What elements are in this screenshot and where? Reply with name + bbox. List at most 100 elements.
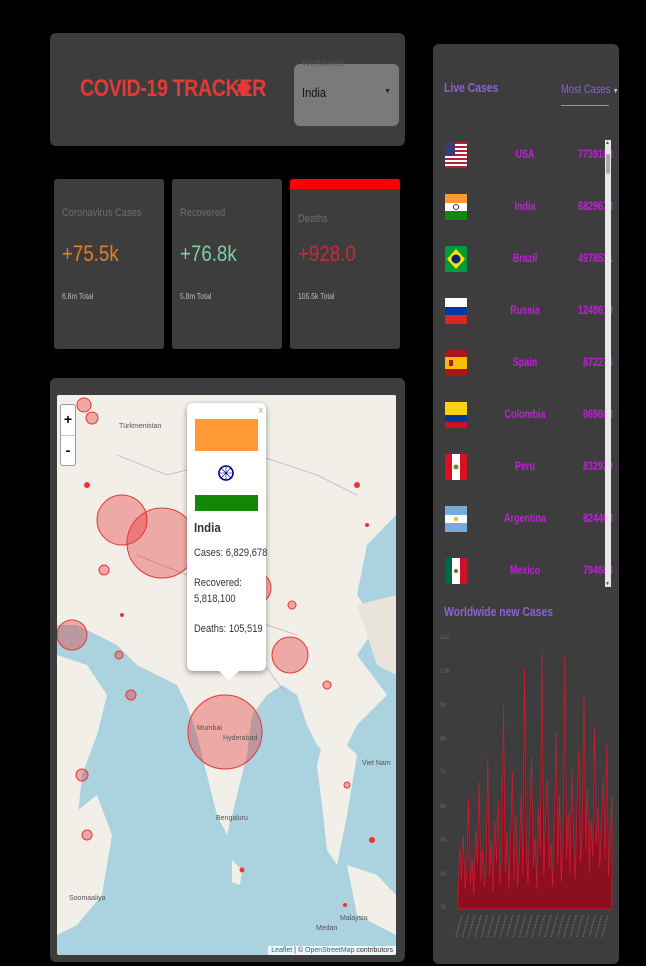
x-tick-label (588, 914, 596, 938)
chart-title: Worldwide new Cases (444, 604, 554, 619)
new-cases-chart: 11k 10k 9k 8k 7k 6k 5k 4k 3k (440, 635, 613, 938)
x-tick-label (525, 914, 533, 938)
country-row[interactable]: Colombia 869808 (433, 396, 613, 448)
scrollbar-thumb[interactable] (606, 154, 610, 174)
map-panel: Türkmenistan Mumbai Hyderabad Bengaluru … (50, 378, 405, 962)
header-panel: COVID-19 TRACKER Worldwide India ▼ (50, 33, 405, 146)
sort-dropdown-underline (561, 105, 609, 106)
country-row[interactable]: USA 7739108 (433, 136, 613, 188)
x-tick-label (550, 914, 558, 938)
mexico-flag-icon (445, 558, 467, 584)
y-tick-label: 9k (440, 703, 447, 709)
x-tick-label (461, 914, 469, 938)
y-tick-label: 6k (440, 804, 447, 810)
close-icon[interactable]: x (259, 405, 264, 415)
y-tick-label: 3k (440, 905, 447, 911)
country-row[interactable]: Russia 1248619 (433, 292, 613, 344)
map-place-label: Bengaluru (216, 815, 248, 822)
country-name: India (514, 199, 536, 213)
live-cases-title: Live Cases (444, 80, 499, 95)
x-tick-label (474, 914, 482, 938)
country-row[interactable]: Argentina 824468 (433, 500, 613, 552)
country-select-value: India (302, 85, 326, 100)
country-name: Russia (510, 303, 540, 317)
osm-link[interactable]: OpenStreetMap (305, 947, 354, 954)
y-tick-label: 7k (440, 770, 447, 776)
country-row[interactable]: India 6829678 (433, 188, 613, 240)
x-tick-label (569, 914, 577, 938)
deaths-card-value: +928.0 (298, 241, 356, 266)
argentina-flag-icon (445, 506, 467, 532)
deaths-card-title: Deaths (298, 213, 328, 225)
india-flag-icon (195, 419, 258, 511)
country-name: Spain (512, 355, 538, 369)
x-tick-label (518, 914, 527, 938)
scroll-up-icon[interactable]: ▲ (605, 140, 610, 146)
x-tick-label (512, 914, 520, 938)
x-tick-label (556, 914, 565, 938)
deaths-card[interactable]: Deaths +928.0 105.5k Total (290, 179, 400, 349)
x-tick-label (601, 914, 609, 938)
popup-deaths: Deaths: 105,519 (194, 623, 263, 635)
x-tick-label (487, 914, 495, 938)
cases-card[interactable]: Coronavirus Cases +75.5k 6.8m Total (54, 179, 164, 349)
selected-indicator (290, 179, 400, 189)
country-row[interactable]: Spain 872276 (433, 344, 613, 396)
attribution-tail: contributors (354, 947, 393, 954)
popup-country-name: India (194, 520, 221, 535)
caret-down-icon: ▼ (613, 88, 619, 95)
country-name: Peru (514, 459, 536, 473)
x-tick-label (493, 914, 501, 938)
country-select[interactable]: Worldwide India ▼ (294, 58, 399, 126)
record-icon (236, 82, 250, 94)
map-place-label: Mumbai (197, 725, 222, 732)
map-place-label: Türkmenistan (119, 423, 162, 430)
zoom-control: + - (60, 404, 76, 466)
y-tick-label: 4k (440, 871, 447, 877)
map-place-label: Hyderabad (223, 735, 258, 742)
country-row[interactable]: Brazil 4978531 (433, 240, 613, 292)
x-tick-label (582, 914, 590, 938)
y-tick-label: 5k (440, 838, 447, 844)
zoom-in-button[interactable]: + (61, 405, 75, 436)
right-panel: Live Cases Most Cases ▼ USA 7739108 Indi… (433, 44, 619, 964)
country-name: USA (515, 147, 535, 161)
peru-flag-icon (445, 454, 467, 480)
attribution-separator: | © (292, 947, 306, 954)
country-name: Brazil (512, 251, 538, 265)
x-tick-label (537, 914, 546, 938)
country-select-label: Worldwide (302, 58, 344, 68)
colombia-flag-icon (445, 402, 467, 428)
country-name: Colombia (504, 407, 546, 421)
recovered-card-total: 5.8m Total (180, 292, 212, 301)
russia-flag-icon (445, 298, 467, 324)
zoom-out-button[interactable]: - (61, 436, 75, 466)
cases-card-title: Coronavirus Cases (62, 207, 142, 219)
cases-card-total: 6.8m Total (62, 292, 94, 301)
country-popup: x India Cases: 6,829,678 Recovered: 5,81… (187, 403, 267, 681)
recovered-card-value: +76.8k (180, 241, 237, 266)
map-attribution: Leaflet | © OpenStreetMap contributors (268, 946, 396, 955)
sort-dropdown[interactable]: Most Cases ▼ (561, 82, 618, 96)
country-name: Argentina (504, 511, 547, 525)
country-row[interactable]: Mexico 794608 (433, 552, 613, 604)
x-tick-label (455, 914, 463, 938)
x-tick-label (531, 914, 539, 938)
deaths-card-total: 105.5k Total (298, 292, 335, 301)
country-row[interactable]: Peru 832929 (433, 448, 613, 500)
country-list-scrollbar[interactable]: ▲ ▼ (605, 140, 611, 587)
y-tick-label: 8k (440, 736, 447, 742)
us-flag-icon (445, 142, 467, 168)
x-tick-label (468, 914, 476, 938)
new-cases-area (457, 651, 613, 910)
x-tick-label (595, 914, 603, 938)
leaflet-link[interactable]: Leaflet (271, 947, 292, 954)
recovered-card[interactable]: Recovered +76.8k 5.8m Total (172, 179, 282, 349)
x-tick-label (544, 914, 552, 938)
world-map[interactable]: Türkmenistan Mumbai Hyderabad Bengaluru … (57, 395, 396, 955)
cases-card-value: +75.5k (62, 241, 119, 266)
map-place-label: Soomaaliya (69, 895, 106, 902)
sort-dropdown-label: Most Cases (561, 82, 611, 96)
brazil-flag-icon (445, 246, 467, 272)
scroll-down-icon[interactable]: ▼ (605, 581, 610, 587)
